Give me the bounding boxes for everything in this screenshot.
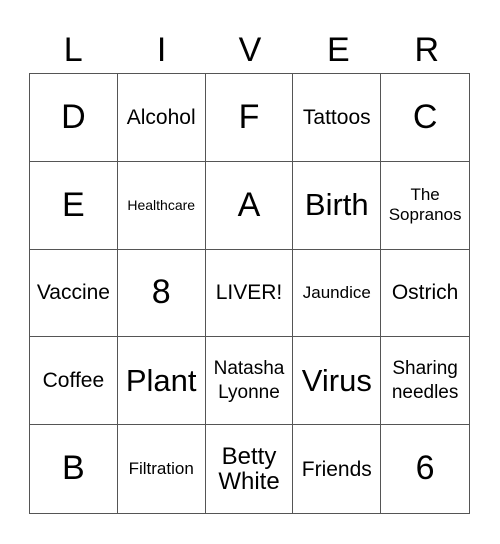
bingo-cell-text: Coffee xyxy=(42,369,105,393)
bingo-cell-text: LIVER! xyxy=(215,281,283,305)
bingo-cell[interactable]: 8 xyxy=(117,249,206,338)
bingo-cell-text: Sharing needles xyxy=(391,358,459,403)
bingo-cell-text: Natasha Lyonne xyxy=(213,358,285,403)
bingo-cell-text: D xyxy=(61,97,86,136)
bingo-cell-text: Jaundice xyxy=(302,282,371,302)
bingo-cell-text: C xyxy=(412,97,438,136)
bingo-cell[interactable]: Friends xyxy=(293,425,382,513)
bingo-cell[interactable]: Natasha Lyonne xyxy=(205,337,294,426)
bingo-cell-text: Tattoos xyxy=(302,105,371,129)
header-letter: E xyxy=(327,31,350,69)
bingo-cell[interactable]: D xyxy=(30,74,118,162)
bingo-card-grid: D Alcohol F Tattoos C E Healthcare A Birth The So… xyxy=(29,73,470,514)
bingo-cell-text: Healthcare xyxy=(127,196,196,213)
bingo-cell-text: Virus xyxy=(301,362,372,398)
bingo-cell[interactable]: Plant xyxy=(117,337,206,426)
bingo-cell[interactable]: The Sopranos xyxy=(381,162,469,250)
bingo-cell-text: Vaccine xyxy=(36,281,110,305)
bingo-cell[interactable]: Jaundice xyxy=(293,249,382,338)
bingo-cell-text: Alcohol xyxy=(126,105,196,129)
bingo-cell-text: 8 xyxy=(151,273,171,312)
bingo-cell[interactable]: F xyxy=(205,74,294,162)
bingo-cell-text: F xyxy=(238,97,260,136)
bingo-cell[interactable]: Filtration xyxy=(118,425,206,513)
bingo-cell[interactable]: A xyxy=(205,161,294,250)
bingo-cell-text: B xyxy=(62,449,85,488)
bingo-cell[interactable]: Sharing needles xyxy=(381,337,469,426)
bingo-header: L I V E R xyxy=(29,28,471,72)
bingo-cell[interactable]: LIVER! xyxy=(205,249,294,338)
bingo-cell-text: Betty White xyxy=(218,442,280,496)
bingo-cell-text: Ostrich xyxy=(391,281,459,305)
bingo-cell[interactable]: 6 xyxy=(381,425,469,513)
bingo-cell[interactable]: E xyxy=(30,161,118,250)
header-letter: R xyxy=(414,31,440,69)
bingo-cell-text: E xyxy=(62,185,85,224)
bingo-cell-text: Birth xyxy=(304,187,369,223)
header-letter: I xyxy=(156,31,167,69)
bingo-cell[interactable]: Vaccine xyxy=(30,249,118,338)
bingo-cell[interactable]: Tattoos xyxy=(293,74,382,162)
bingo-cell[interactable]: Coffee xyxy=(30,337,118,426)
bingo-cell-text: Friends xyxy=(301,457,372,481)
bingo-cell[interactable]: C xyxy=(381,74,469,162)
bingo-cell[interactable]: Betty White xyxy=(206,425,294,513)
header-letter: V xyxy=(238,31,262,69)
bingo-cell[interactable]: Birth xyxy=(293,161,382,250)
bingo-cell-text: A xyxy=(237,185,261,224)
bingo-cell[interactable]: Alcohol xyxy=(117,74,206,162)
bingo-cell[interactable]: Ostrich xyxy=(381,250,469,338)
bingo-cell[interactable]: B xyxy=(30,425,118,513)
bingo-cell-text: Filtration xyxy=(128,458,194,478)
bingo-cell[interactable]: Healthcare xyxy=(117,161,206,250)
bingo-cell[interactable]: Virus xyxy=(293,337,382,426)
bingo-cell-text: 6 xyxy=(415,449,435,488)
bingo-cell-text: Plant xyxy=(125,362,197,398)
bingo-cell-text: The Sopranos xyxy=(388,184,462,225)
header-letter: L xyxy=(63,31,83,69)
